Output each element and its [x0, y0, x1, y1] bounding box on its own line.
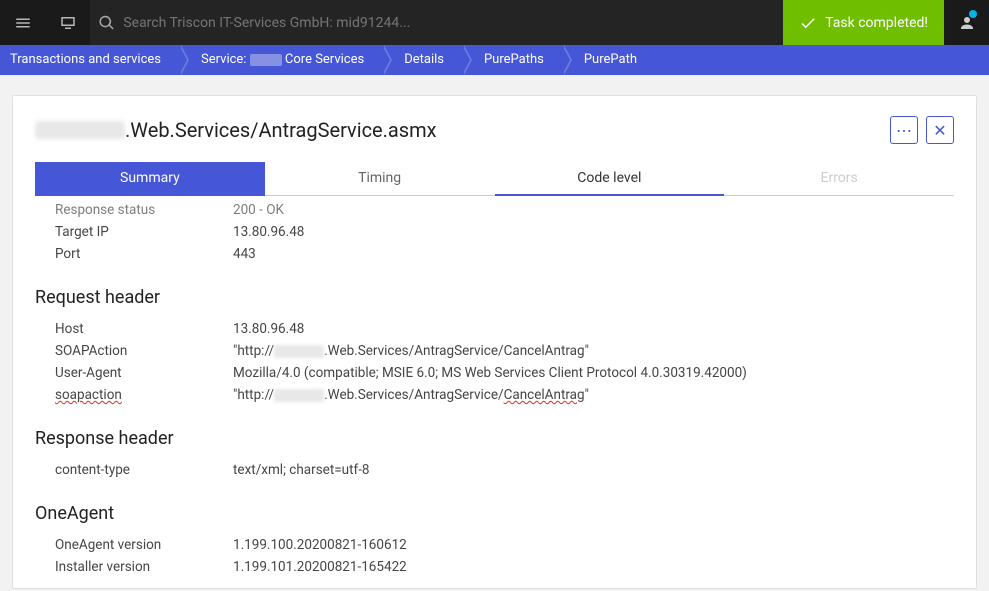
kv-key: content-type [55, 462, 233, 478]
kv-value: 13.80.96.48 [233, 321, 304, 337]
dashboard-button[interactable] [45, 0, 90, 45]
tab-errors[interactable]: Errors [724, 162, 954, 196]
detail-body: Response status200 - OK Target IP13.80.9… [35, 199, 954, 578]
tab-timing[interactable]: Timing [265, 162, 495, 196]
section-oneagent: OneAgent [35, 503, 954, 524]
breadcrumb: Transactions and services Service: Core … [0, 45, 989, 75]
crumb-service[interactable]: Service: Core Services [179, 45, 382, 75]
kv-value: 13.80.96.48 [233, 224, 304, 240]
detail-card: .Web.Services/AntragService.asmx ⋯ ✕ Sum… [12, 95, 977, 589]
notification-dot-icon [969, 10, 977, 18]
kv-value: "http://.Web.Services/AntragService/Canc… [233, 387, 589, 403]
kv-value: Mozilla/4.0 (compatible; MSIE 6.0; MS We… [233, 365, 747, 381]
tab-summary[interactable]: Summary [35, 162, 265, 196]
kv-value: 200 - OK [233, 202, 284, 218]
kv-row: Response status200 - OK [35, 199, 954, 221]
search-icon [98, 14, 115, 32]
kv-key: SOAPAction [55, 343, 233, 359]
menu-button[interactable] [0, 0, 45, 45]
kv-key: Host [55, 321, 233, 337]
tab-codelevel[interactable]: Code level [495, 162, 725, 196]
kv-value: text/xml; charset=utf-8 [233, 462, 370, 478]
close-button[interactable]: ✕ [926, 116, 954, 144]
kv-row: Target IP13.80.96.48 [35, 221, 954, 243]
kv-row: Port443 [35, 243, 954, 265]
crumb-purepath[interactable]: PurePath [562, 45, 655, 75]
redacted-text [274, 389, 324, 402]
kv-value: 1.199.100.20200821-160612 [233, 537, 407, 553]
kv-key: soapaction [55, 387, 233, 403]
kv-row: Installer version1.199.101.20200821-1654… [35, 556, 954, 578]
check-icon [799, 14, 817, 32]
close-icon: ✕ [933, 121, 946, 140]
kv-row: soapaction"http://.Web.Services/AntragSe… [35, 384, 954, 406]
hamburger-icon [14, 14, 32, 32]
kv-key: Installer version [55, 559, 233, 575]
task-completed-label: Task completed! [825, 15, 928, 31]
kv-row: OneAgent version1.199.100.20200821-16061… [35, 534, 954, 556]
redacted-text [250, 54, 282, 66]
page-title: .Web.Services/AntragService.asmx [35, 118, 882, 142]
monitor-icon [59, 14, 77, 32]
kv-key: User-Agent [55, 365, 233, 381]
top-bar: Task completed! [0, 0, 989, 45]
kv-row: content-typetext/xml; charset=utf-8 [35, 459, 954, 481]
kv-key: Port [55, 246, 233, 262]
search-input[interactable] [123, 15, 775, 31]
kv-value: 443 [233, 246, 256, 262]
kv-key: OneAgent version [55, 537, 233, 553]
redacted-text [35, 121, 125, 139]
kv-row: Host13.80.96.48 [35, 318, 954, 340]
crumb-purepaths[interactable]: PurePaths [462, 45, 562, 75]
section-request-header: Request header [35, 287, 954, 308]
user-menu-button[interactable] [944, 0, 989, 45]
kv-key: Target IP [55, 224, 233, 240]
kv-key: Response status [55, 202, 233, 218]
tab-bar: Summary Timing Code level Errors [35, 162, 954, 197]
crumb-details[interactable]: Details [382, 45, 462, 75]
kv-value: "http://.Web.Services/AntragService/Canc… [233, 343, 589, 359]
task-completed-button[interactable]: Task completed! [783, 0, 944, 45]
crumb-transactions[interactable]: Transactions and services [0, 45, 179, 75]
section-response-header: Response header [35, 428, 954, 449]
redacted-text [274, 345, 324, 358]
card-header: .Web.Services/AntragService.asmx ⋯ ✕ [35, 116, 954, 144]
dots-icon: ⋯ [896, 121, 912, 140]
page-content: .Web.Services/AntragService.asmx ⋯ ✕ Sum… [0, 75, 989, 589]
more-actions-button[interactable]: ⋯ [890, 116, 918, 144]
kv-value: 1.199.101.20200821-165422 [233, 559, 407, 575]
kv-row: User-AgentMozilla/4.0 (compatible; MSIE … [35, 362, 954, 384]
kv-row: SOAPAction"http://.Web.Services/AntragSe… [35, 340, 954, 362]
search-container [90, 0, 783, 45]
